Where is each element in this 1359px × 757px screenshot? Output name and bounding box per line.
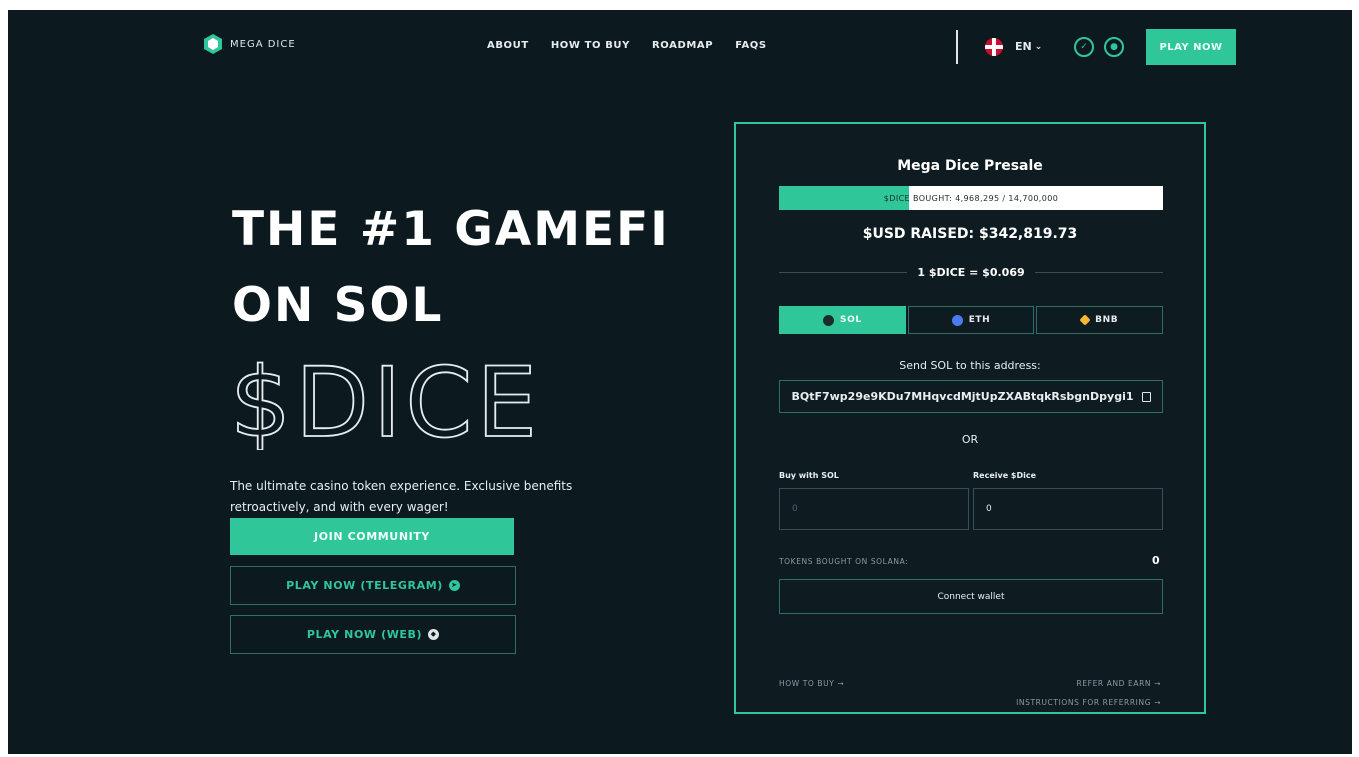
receive-dice-label: Receive $Dice [973, 471, 1037, 480]
tab-eth[interactable]: ETH [907, 306, 1035, 334]
play-telegram-label: PLAY NOW (TELEGRAM) [286, 579, 443, 592]
hero-description: The ultimate casino token experience. Ex… [230, 479, 573, 514]
buy-amount-input[interactable]: 0 [779, 488, 969, 530]
logo-text: MEGA DICE [230, 38, 296, 50]
tokens-bought-label: TOKENS BOUGHT ON SOLANA: [779, 557, 909, 566]
nav-how-to-buy[interactable]: HOW TO BUY [551, 40, 630, 51]
tab-sol[interactable]: SOL [779, 306, 906, 334]
uk-flag-icon[interactable] [985, 38, 1003, 56]
hero-title: THE #1 GAMEFI ON SOL [232, 192, 670, 344]
tokens-bought-value: 0 [1152, 554, 1160, 567]
or-divider: OR [961, 433, 979, 446]
dice-ticker-text: $DICE [230, 350, 541, 450]
tab-bnb-label: BNB [1095, 315, 1119, 325]
play-web-button[interactable]: PLAY NOW (WEB) ◆ [230, 615, 516, 654]
progress-label: $DICE BOUGHT: 4,968,295 / 14,700,000 [883, 193, 1059, 203]
tab-sol-label: SOL [840, 315, 862, 325]
tab-bnb[interactable]: BNB [1036, 306, 1164, 334]
dice-logo-icon [204, 34, 222, 54]
presale-title: Mega Dice Presale [897, 158, 1043, 174]
main-nav: ABOUT HOW TO BUY ROADMAP FAQS [487, 40, 767, 51]
nav-roadmap[interactable]: ROADMAP [652, 40, 713, 51]
nav-about[interactable]: ABOUT [487, 40, 529, 51]
language-selector[interactable]: EN ⌄ [1015, 40, 1042, 53]
chevron-down-icon: ⌄ [1034, 41, 1043, 52]
tab-eth-label: ETH [968, 315, 991, 325]
divider-line [779, 271, 908, 273]
telegram-icon: ➤ [448, 580, 460, 591]
nav-divider [956, 30, 958, 64]
bnb-coin-icon [1079, 314, 1091, 326]
logo[interactable]: MEGA DICE [202, 33, 296, 55]
language-label: EN [1015, 40, 1032, 53]
rate-row: 1 $DICE = $0.069 [779, 264, 1163, 280]
refer-and-earn-link[interactable]: REFER AND EARN → [1077, 679, 1161, 688]
sol-coin-icon [823, 314, 834, 326]
twitter-icon[interactable]: ✓ [1074, 37, 1094, 57]
presale-progress-bar: $DICE BOUGHT: 4,968,295 / 14,700,000 [779, 186, 1163, 210]
wallet-address-box[interactable]: BQtF7wp29e9KDu7MHqvcdMjtUpZXABtqkRsbgnDp… [779, 380, 1163, 413]
play-now-button[interactable]: PLAY NOW [1146, 29, 1236, 65]
telegram-icon[interactable]: ● [1104, 37, 1124, 57]
join-community-button[interactable]: JOIN COMMUNITY [230, 518, 514, 555]
eth-coin-icon [951, 314, 963, 326]
hero-title-line1: THE #1 GAMEFI [232, 202, 670, 257]
play-telegram-button[interactable]: PLAY NOW (TELEGRAM) ➤ [230, 566, 516, 605]
receive-amount-input[interactable]: 0 [973, 488, 1163, 530]
usd-raised: $USD RAISED: $342,819.73 [862, 226, 1078, 242]
buy-amount-placeholder: 0 [792, 504, 798, 514]
dice-ticker: $DICE [229, 350, 541, 450]
play-web-label: PLAY NOW (WEB) [306, 628, 423, 641]
send-address-label: Send SOL to this address: [899, 359, 1041, 372]
token-rate: 1 $DICE = $0.069 [917, 265, 1025, 279]
dice-icon: ◆ [428, 629, 440, 640]
buy-with-sol-label: Buy with SOL [779, 471, 839, 480]
nav-faqs[interactable]: FAQS [735, 40, 767, 51]
page-frame: MEGA DICE ABOUT HOW TO BUY ROADMAP FAQS … [8, 10, 1352, 754]
wallet-address: BQtF7wp29e9KDu7MHqvcdMjtUpZXABtqkRsbgnDp… [791, 390, 1134, 403]
hero-title-line2: ON SOL [232, 278, 444, 333]
referring-instructions-link[interactable]: INSTRUCTIONS FOR REFERRING → [1016, 698, 1161, 707]
how-to-buy-link[interactable]: HOW TO BUY → [779, 679, 844, 688]
currency-tabs: SOL ETH BNB [779, 306, 1164, 334]
presale-card: Mega Dice Presale $DICE BOUGHT: 4,968,29… [734, 122, 1206, 714]
copy-icon[interactable] [1141, 391, 1151, 402]
connect-wallet-button[interactable]: Connect wallet [779, 579, 1163, 614]
divider-line [1034, 271, 1163, 273]
receive-amount-value: 0 [986, 504, 992, 514]
